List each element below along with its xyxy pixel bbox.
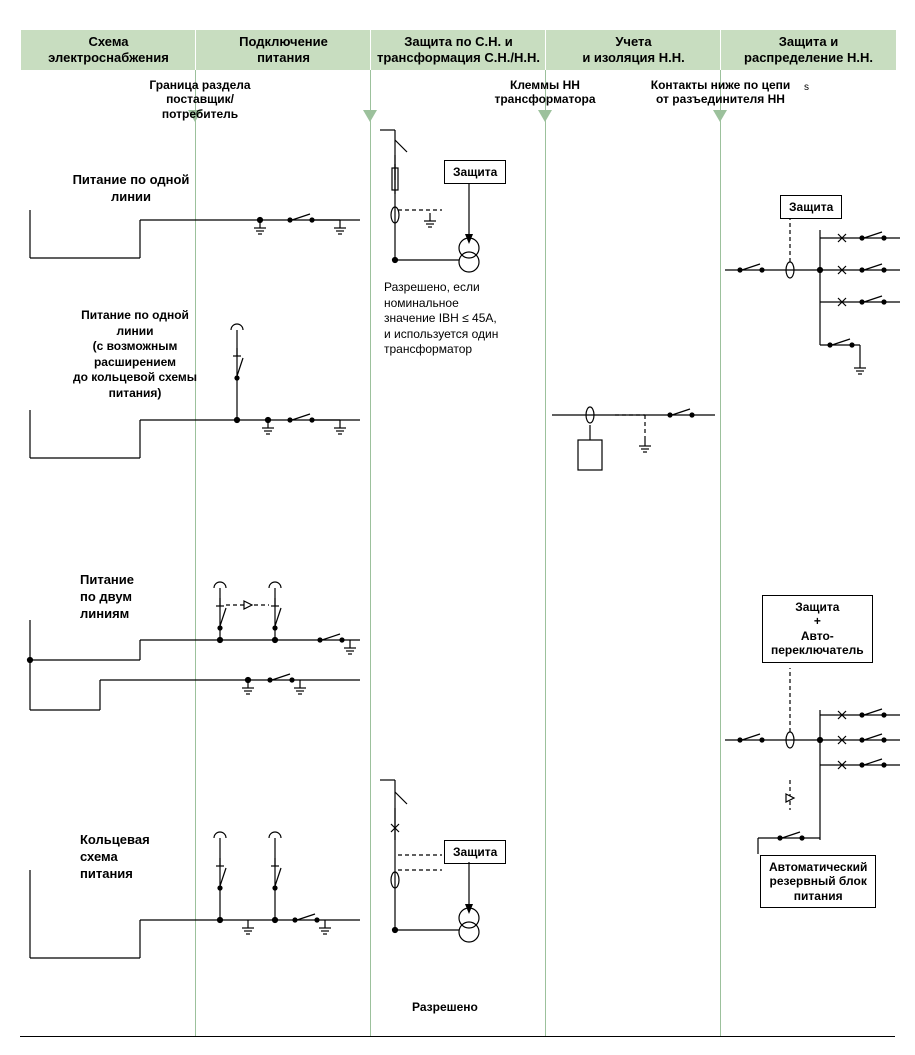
circuit-drawing xyxy=(0,0,915,1055)
diagram-root: Схема электроснабжения Подключение питан… xyxy=(0,0,915,1055)
